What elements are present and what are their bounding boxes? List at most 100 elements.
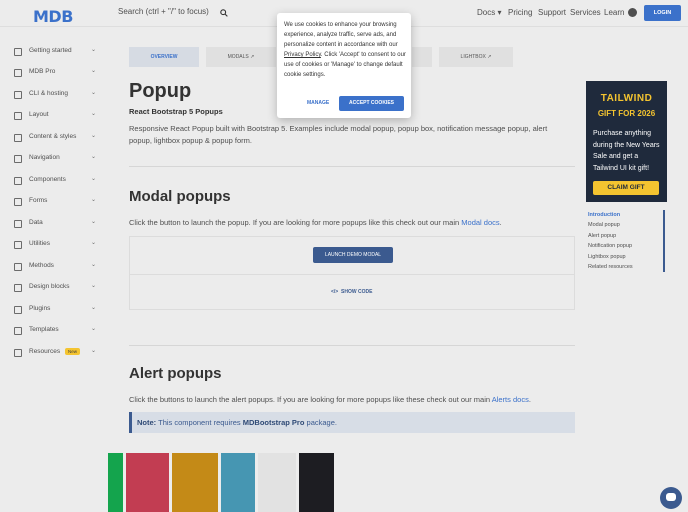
sidebar-item-mdb-pro[interactable]: MDB Pro ⌄ <box>0 64 108 82</box>
chevron-down-icon: ⌄ <box>91 90 97 96</box>
chat-icon[interactable] <box>660 487 682 509</box>
rocket-icon <box>14 48 22 56</box>
nav-support[interactable]: Support <box>538 8 566 17</box>
tab-overview[interactable]: OVERVIEW <box>129 47 199 67</box>
sidebar-item-data[interactable]: Data ⌄ <box>0 215 108 233</box>
mdb-logo[interactable]: MDB <box>33 7 75 26</box>
toc-related-resources[interactable]: Related resources <box>588 264 633 270</box>
compass-icon <box>14 155 22 163</box>
chevron-down-icon: ⌄ <box>91 154 97 160</box>
sidebar-item-navigation[interactable]: Navigation ⌄ <box>0 150 108 168</box>
toc-alert-popup[interactable]: Alert popup <box>588 233 616 239</box>
alert-paragraph: Click the buttons to launch the alert po… <box>129 395 531 404</box>
cookie-consent-dialog: We use cookies to enhance your browsing … <box>277 13 411 118</box>
info-swatch[interactable] <box>221 453 255 512</box>
sidebar-item-templates[interactable]: Templates ⌄ <box>0 322 108 340</box>
warning-swatch[interactable] <box>172 453 218 512</box>
search-icon[interactable] <box>220 9 228 17</box>
tab-lightbox[interactable]: LIGHTBOX ↗ <box>439 47 513 67</box>
chevron-down-icon: ⌄ <box>91 111 97 117</box>
page-title: Popup <box>129 80 192 102</box>
login-button[interactable]: LOGIN <box>644 5 681 21</box>
tab-hidden[interactable] <box>412 47 432 67</box>
chevron-down-icon: ⌄ <box>91 262 97 268</box>
chevron-down-icon: ⌄ <box>91 133 97 139</box>
modal-heading: Modal popups <box>129 188 231 205</box>
cubes-icon <box>14 177 22 185</box>
chevron-down-icon: ⌄ <box>91 219 97 225</box>
modal-docs-link[interactable]: Modal docs <box>461 218 499 227</box>
promo-banner[interactable]: TAILWIND GIFT FOR 2026 Purchase anything… <box>586 81 667 202</box>
table-icon <box>14 220 22 228</box>
nav-services[interactable]: Services <box>570 8 601 17</box>
sidebar-item-resources[interactable]: Resources New ⌄ <box>0 344 108 362</box>
modal-paragraph: Click the button to launch the popup. If… <box>129 218 502 227</box>
privacy-policy-link[interactable]: Privacy Policy <box>284 52 321 58</box>
demo-box: LAUNCH DEMO MODAL </> SHOW CODE <box>129 236 575 310</box>
external-link-icon: ↗ <box>250 54 255 60</box>
divider <box>130 274 574 275</box>
nav-docs[interactable]: Docs ▾ <box>477 8 501 17</box>
sidebar-item-layout[interactable]: Layout ⌄ <box>0 107 108 125</box>
template-icon <box>14 327 22 335</box>
divider <box>129 166 575 167</box>
sidebar-item-forms[interactable]: Forms ⌄ <box>0 193 108 211</box>
sidebar-item-getting-started[interactable]: Getting started ⌄ <box>0 43 108 61</box>
sidebar-item-content[interactable]: Content & styles ⌄ <box>0 129 108 147</box>
success-swatch[interactable] <box>108 453 123 512</box>
form-icon <box>14 198 22 206</box>
toc-introduction[interactable]: Introduction <box>588 212 620 218</box>
chevron-down-icon: ⌄ <box>91 176 97 182</box>
alerts-docs-link[interactable]: Alerts docs <box>492 395 529 404</box>
external-link-icon: ↗ <box>487 54 492 60</box>
code-icon <box>14 263 22 271</box>
light-swatch[interactable] <box>258 453 296 512</box>
layout-icon <box>14 112 22 120</box>
sidebar-item-cli[interactable]: CLI & hosting ⌄ <box>0 86 108 104</box>
gem-icon <box>14 69 22 77</box>
github-icon[interactable] <box>628 8 637 17</box>
launch-demo-modal-button[interactable]: LAUNCH DEMO MODAL <box>313 247 393 263</box>
wrench-icon <box>14 241 22 249</box>
toc-modal-popup[interactable]: Modal popup <box>588 222 620 228</box>
toc-notification-popup[interactable]: Notification popup <box>588 243 632 249</box>
tab-modals[interactable]: MODALS ↗ <box>206 47 276 67</box>
chevron-down-icon: ⌄ <box>91 240 97 246</box>
plug-icon <box>14 306 22 314</box>
manage-cookies-button[interactable]: MANAGE <box>307 100 329 106</box>
brush-icon <box>14 134 22 142</box>
divider <box>129 345 575 346</box>
chevron-down-icon: ⌄ <box>91 47 97 53</box>
nav-pricing[interactable]: Pricing <box>508 8 532 17</box>
dark-swatch[interactable] <box>299 453 334 512</box>
note-box: Note: This component requires MDBootstra… <box>129 412 575 433</box>
claim-gift-button[interactable]: CLAIM GIFT <box>593 181 659 195</box>
cookie-text: We use cookies to enhance your browsing … <box>284 22 406 78</box>
chevron-down-icon: ⌄ <box>91 68 97 74</box>
toc-scrollbar[interactable] <box>663 210 665 272</box>
page-subtitle: React Bootstrap 5 Popups <box>129 107 223 116</box>
sidebar-item-components[interactable]: Components ⌄ <box>0 172 108 190</box>
show-code-button[interactable]: </> SHOW CODE <box>331 289 372 295</box>
tools-icon <box>14 349 22 357</box>
nav-learn[interactable]: Learn <box>604 8 624 17</box>
chevron-down-icon: ⌄ <box>91 283 97 289</box>
chevron-down-icon: ⌄ <box>91 348 97 354</box>
new-badge: New <box>65 348 81 355</box>
mdb-pro-link[interactable]: MDBootstrap Pro <box>243 418 305 427</box>
toc-lightbox-popup[interactable]: Lightbox popup <box>588 254 626 260</box>
accept-cookies-button[interactable]: ACCEPT COOKIES <box>339 96 404 111</box>
chevron-down-icon: ⌄ <box>91 326 97 332</box>
server-icon <box>14 91 22 99</box>
blocks-icon <box>14 284 22 292</box>
code-icon: </> <box>331 289 339 295</box>
chevron-down-icon: ⌄ <box>91 305 97 311</box>
alert-heading: Alert popups <box>129 365 222 382</box>
sidebar-item-methods[interactable]: Methods ⌄ <box>0 258 108 276</box>
sidebar-item-design-blocks[interactable]: Design blocks ⌄ <box>0 279 108 297</box>
danger-swatch[interactable] <box>126 453 169 512</box>
search-input[interactable]: Search (ctrl + "/" to focus) <box>118 7 209 16</box>
chevron-down-icon: ⌄ <box>91 197 97 203</box>
sidebar-item-plugins[interactable]: Plugins ⌄ <box>0 301 108 319</box>
sidebar-item-utilities[interactable]: Utilities ⌄ <box>0 236 108 254</box>
